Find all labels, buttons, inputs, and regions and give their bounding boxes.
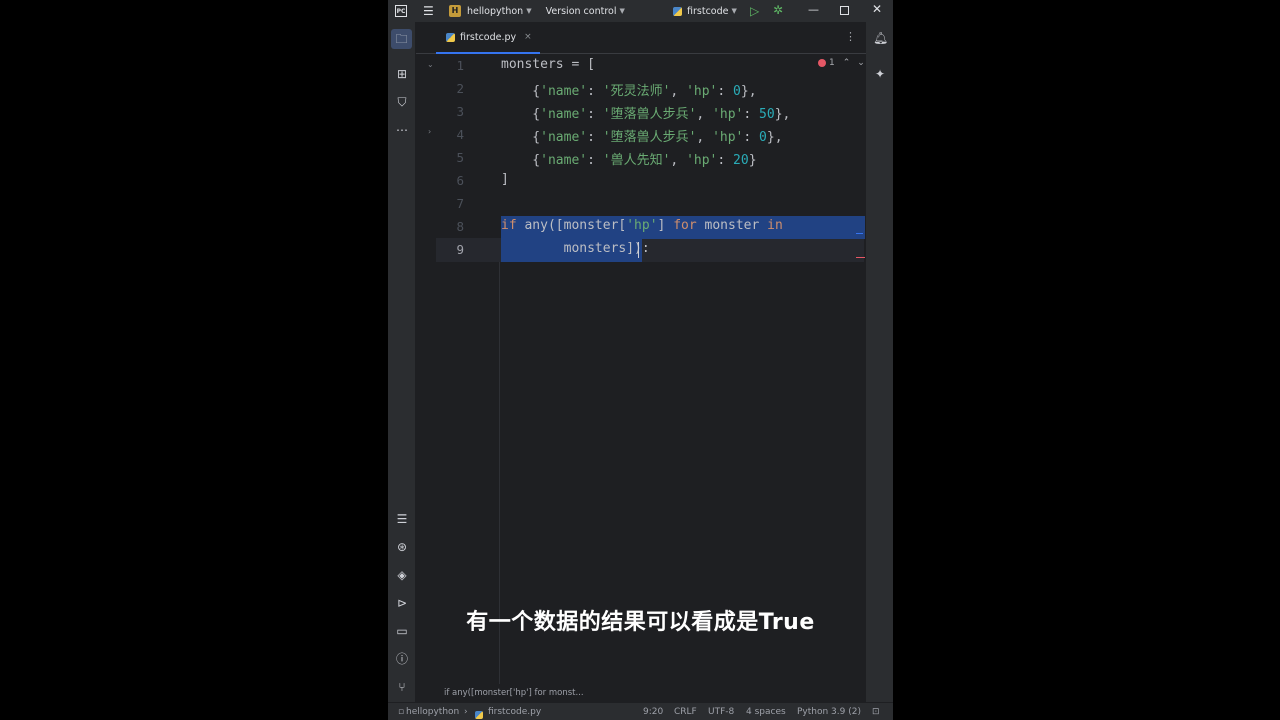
code-line-6[interactable]: ] bbox=[501, 172, 509, 187]
right-tool-strip: 🔔︎ ✦ bbox=[865, 22, 893, 702]
text-caret bbox=[638, 242, 639, 258]
error-icon bbox=[818, 59, 826, 67]
debug-icon[interactable]: ✲ bbox=[773, 3, 783, 17]
problems-indicator[interactable]: 1 ⌃ ⌄ bbox=[818, 58, 865, 68]
run-icon[interactable]: ▷ bbox=[750, 4, 759, 18]
status-project[interactable]: hellopython bbox=[406, 703, 459, 720]
version-control-label: Version control bbox=[545, 5, 617, 17]
ide-window: PC ☰ H hellopython ▼ Version control ▼ f… bbox=[388, 0, 893, 720]
status-chevron-icon: › bbox=[464, 707, 468, 717]
chevron-down-icon[interactable]: ⌄ bbox=[857, 58, 865, 68]
status-file[interactable]: firstcode.py bbox=[488, 703, 541, 720]
scrollbar-error-marker bbox=[856, 257, 865, 258]
code-line-5[interactable]: {'name': '兽人先知', 'hp': 20} bbox=[501, 149, 756, 168]
line-number: 2 bbox=[456, 81, 464, 96]
run-config-name: firstcode bbox=[687, 5, 729, 17]
lock-icon[interactable]: ⊡ bbox=[872, 703, 880, 720]
status-indent[interactable]: 4 spaces bbox=[746, 703, 786, 720]
status-bar: ▫ hellopython › firstcode.py 9:20 CRLF U… bbox=[388, 702, 893, 720]
error-count: 1 bbox=[829, 58, 835, 68]
line-number: 3 bbox=[456, 104, 464, 119]
video-subtitle: 有一个数据的结果可以看成是True bbox=[466, 610, 815, 635]
pycharm-logo: PC bbox=[395, 5, 407, 17]
tab-firstcode[interactable]: firstcode.py × bbox=[436, 22, 540, 54]
main-menu-icon[interactable]: ☰ bbox=[423, 0, 435, 22]
editor-tab-bar: firstcode.py × ⋮ bbox=[416, 22, 866, 54]
title-bar: PC ☰ H hellopython ▼ Version control ▼ f… bbox=[388, 0, 893, 22]
line-number: 4 bbox=[456, 127, 464, 142]
more-tools-icon[interactable]: ⋯ bbox=[395, 123, 409, 137]
line-number: 8 bbox=[456, 219, 464, 234]
notifications-bell-icon[interactable]: 🔔︎ bbox=[873, 31, 888, 45]
line-number: 5 bbox=[456, 150, 464, 165]
git-branch-icon[interactable]: ⑂ bbox=[395, 680, 409, 694]
todo-list-icon[interactable]: ☰ bbox=[395, 512, 409, 526]
bookmark-icon[interactable]: ⛉ bbox=[395, 95, 409, 109]
line-number: 1 bbox=[456, 58, 464, 73]
code-line-1[interactable]: monsters = [ bbox=[501, 57, 595, 72]
tab-options-icon[interactable]: ⋮ bbox=[845, 30, 856, 43]
code-line-8[interactable]: if any([monster['hp'] for monster in bbox=[501, 218, 783, 233]
structure-icon[interactable]: ⊞ bbox=[395, 67, 409, 81]
version-control-widget[interactable]: Version control ▼ bbox=[546, 0, 625, 22]
line-number: 9 bbox=[456, 242, 464, 257]
minimize-icon[interactable]: — bbox=[808, 3, 819, 16]
python-file-icon bbox=[446, 32, 455, 42]
problems-icon[interactable]: ⓘ bbox=[395, 652, 409, 666]
project-widget[interactable]: H hellopython ▼ bbox=[435, 0, 532, 22]
chevron-down-icon: ▼ bbox=[619, 7, 625, 15]
status-line-separator[interactable]: CRLF bbox=[674, 703, 697, 720]
code-line-3[interactable]: {'name': '堕落兽人步兵', 'hp': 50}, bbox=[501, 103, 790, 122]
python-packages-icon[interactable]: ⊛ bbox=[395, 540, 409, 554]
code-line-9[interactable]: monsters]): bbox=[501, 241, 650, 256]
python-file-icon bbox=[673, 6, 682, 16]
run-configuration-selector[interactable]: firstcode ▼ bbox=[673, 0, 737, 22]
project-folder-icon[interactable]: 🗀 bbox=[391, 29, 412, 49]
close-window-icon[interactable]: ✕ bbox=[872, 2, 882, 16]
status-encoding[interactable]: UTF-8 bbox=[708, 703, 734, 720]
chevron-down-icon: ▼ bbox=[731, 7, 737, 15]
line-number: 7 bbox=[456, 196, 464, 211]
python-file-icon bbox=[475, 708, 488, 720]
maximize-icon[interactable] bbox=[840, 6, 849, 15]
close-tab-icon[interactable]: × bbox=[524, 32, 532, 42]
ai-assistant-icon[interactable]: ✦ bbox=[873, 67, 887, 81]
status-interpreter[interactable]: Python 3.9 (2) bbox=[797, 703, 861, 720]
line-number: 6 bbox=[456, 173, 464, 188]
status-position[interactable]: 9:20 bbox=[643, 703, 663, 720]
project-name: hellopython bbox=[467, 5, 524, 17]
project-badge-icon: H bbox=[449, 5, 461, 17]
code-line-2[interactable]: {'name': '死灵法师', 'hp': 0}, bbox=[501, 80, 756, 99]
left-tool-strip: 🗀 ⊞ ⛉ ⋯ ☰ ⊛ ◈ ⊳ ▭ ⓘ ⑂ bbox=[388, 22, 416, 702]
status-folder-icon: ▫ bbox=[398, 707, 405, 717]
scrollbar-selection-marker bbox=[856, 233, 863, 234]
tab-label: firstcode.py bbox=[460, 31, 517, 43]
chevron-down-icon: ▼ bbox=[526, 7, 532, 15]
chevron-up-icon[interactable]: ⌃ bbox=[843, 58, 851, 68]
code-line-4[interactable]: {'name': '堕落兽人步兵', 'hp': 0}, bbox=[501, 126, 782, 145]
breadcrumb[interactable]: if any([monster['hp'] for monst... bbox=[416, 684, 866, 702]
layers-icon[interactable]: ◈ bbox=[395, 568, 409, 582]
